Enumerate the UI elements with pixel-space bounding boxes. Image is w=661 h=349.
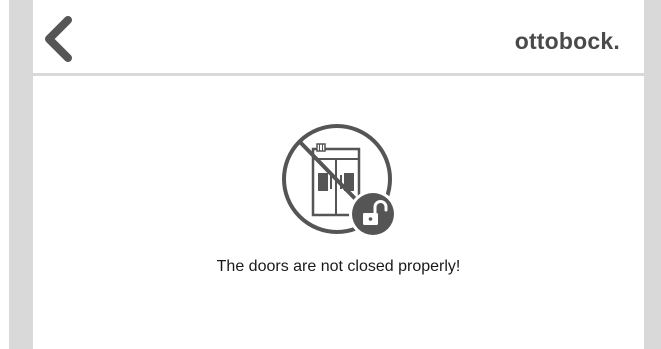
screen: ottobock. The doors are not closed prope…: [0, 0, 661, 349]
doors-open-unlocked-icon: [281, 123, 399, 239]
left-side-bar: [9, 0, 33, 349]
main-content: The doors are not closed properly!: [33, 76, 644, 349]
header: ottobock.: [33, 0, 644, 74]
chevron-left-icon: [45, 16, 72, 62]
right-side-bar: [644, 0, 661, 349]
status-message: The doors are not closed properly!: [216, 258, 461, 275]
brand-logo: ottobock.: [514, 28, 620, 54]
back-button[interactable]: [41, 14, 81, 64]
